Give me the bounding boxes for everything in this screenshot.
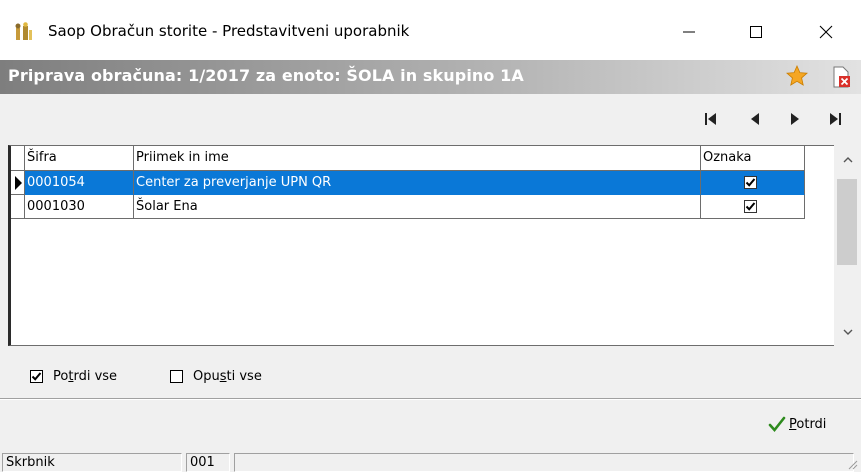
minimize-icon xyxy=(683,31,695,33)
table-row[interactable]: 0001054 Center za preverjanje UPN QR xyxy=(11,171,834,195)
last-record-icon xyxy=(830,113,841,125)
checkmark-icon xyxy=(745,202,756,211)
cell-code[interactable]: 0001054 xyxy=(25,171,134,195)
maximize-icon xyxy=(750,26,762,38)
row-checkbox[interactable] xyxy=(744,176,757,189)
scroll-down-button[interactable] xyxy=(834,321,861,343)
navigation-toolbar xyxy=(0,94,861,140)
previous-record-button[interactable] xyxy=(744,108,766,130)
status-user: Skrbnik xyxy=(2,453,182,472)
cell-name[interactable]: Center za preverjanje UPN QR xyxy=(134,171,701,195)
resize-grip-icon[interactable] xyxy=(846,458,858,470)
grid-header: Šifra Priimek in ime Oznaka xyxy=(11,146,834,171)
star-icon[interactable] xyxy=(785,64,809,88)
table-row[interactable]: 0001030 Šolar Ena xyxy=(11,195,834,219)
confirm-button[interactable]: Potrdi xyxy=(768,410,848,438)
bulk-options: Potrdi vse Opusti vse xyxy=(0,352,861,396)
checkmark-icon xyxy=(745,178,756,187)
row-indicator xyxy=(11,171,25,195)
chevron-up-icon xyxy=(843,157,852,163)
cell-code[interactable]: 0001030 xyxy=(25,195,134,219)
next-record-button[interactable] xyxy=(784,108,806,130)
first-record-icon xyxy=(705,113,716,125)
window-title: Saop Obračun storite - Predstavitveni up… xyxy=(48,22,410,40)
close-button[interactable] xyxy=(803,12,849,52)
checkmark-icon xyxy=(768,416,786,433)
header-indicator-cell xyxy=(11,146,25,171)
column-header-code[interactable]: Šifra xyxy=(25,146,134,171)
row-checkbox[interactable] xyxy=(744,200,757,213)
checkmark-icon xyxy=(31,372,42,381)
cell-mark[interactable] xyxy=(701,195,805,219)
confirm-all-checkbox[interactable]: Potrdi vse xyxy=(30,369,117,384)
status-code: 001 xyxy=(186,453,230,472)
maximize-button[interactable] xyxy=(733,12,779,52)
first-record-button[interactable] xyxy=(700,108,722,130)
close-icon xyxy=(819,25,833,39)
delete-document-icon[interactable] xyxy=(830,65,852,89)
divider-highlight xyxy=(0,399,861,400)
minimize-button[interactable] xyxy=(666,12,712,52)
app-people-icon xyxy=(15,22,32,40)
status-bar: Skrbnik 001 xyxy=(0,451,861,472)
banner-title: Priprava obračuna: 1/2017 za enoto: ŠOLA… xyxy=(8,66,524,85)
row-indicator xyxy=(11,195,25,219)
scrollbar-thumb[interactable] xyxy=(837,179,857,265)
skip-all-checkbox[interactable]: Opusti vse xyxy=(170,369,262,384)
skip-all-box[interactable] xyxy=(170,370,183,383)
chevron-down-icon xyxy=(843,329,852,335)
previous-record-icon xyxy=(751,113,759,125)
application-window: Saop Obračun storite - Predstavitveni up… xyxy=(0,0,861,472)
status-message xyxy=(234,453,854,472)
title-bar[interactable]: Saop Obračun storite - Predstavitveni up… xyxy=(0,0,861,60)
column-header-name[interactable]: Priimek in ime xyxy=(134,146,701,171)
vertical-scrollbar[interactable] xyxy=(834,145,861,346)
skip-all-label: Opusti vse xyxy=(193,369,262,384)
scroll-up-button[interactable] xyxy=(834,149,861,171)
records-grid[interactable]: Šifra Priimek in ime Oznaka 0001054 Cent… xyxy=(8,145,834,346)
cell-mark[interactable] xyxy=(701,171,805,195)
header-banner: Priprava obračuna: 1/2017 za enoto: ŠOLA… xyxy=(0,60,861,94)
column-header-mark[interactable]: Oznaka xyxy=(701,146,805,171)
current-row-pointer-icon xyxy=(15,176,22,190)
last-record-button[interactable] xyxy=(824,108,846,130)
confirm-label: Potrdi xyxy=(789,416,827,432)
confirm-all-box[interactable] xyxy=(30,370,43,383)
next-record-icon xyxy=(791,113,799,125)
cell-name[interactable]: Šolar Ena xyxy=(134,195,701,219)
confirm-all-label: Potrdi vse xyxy=(53,369,118,384)
